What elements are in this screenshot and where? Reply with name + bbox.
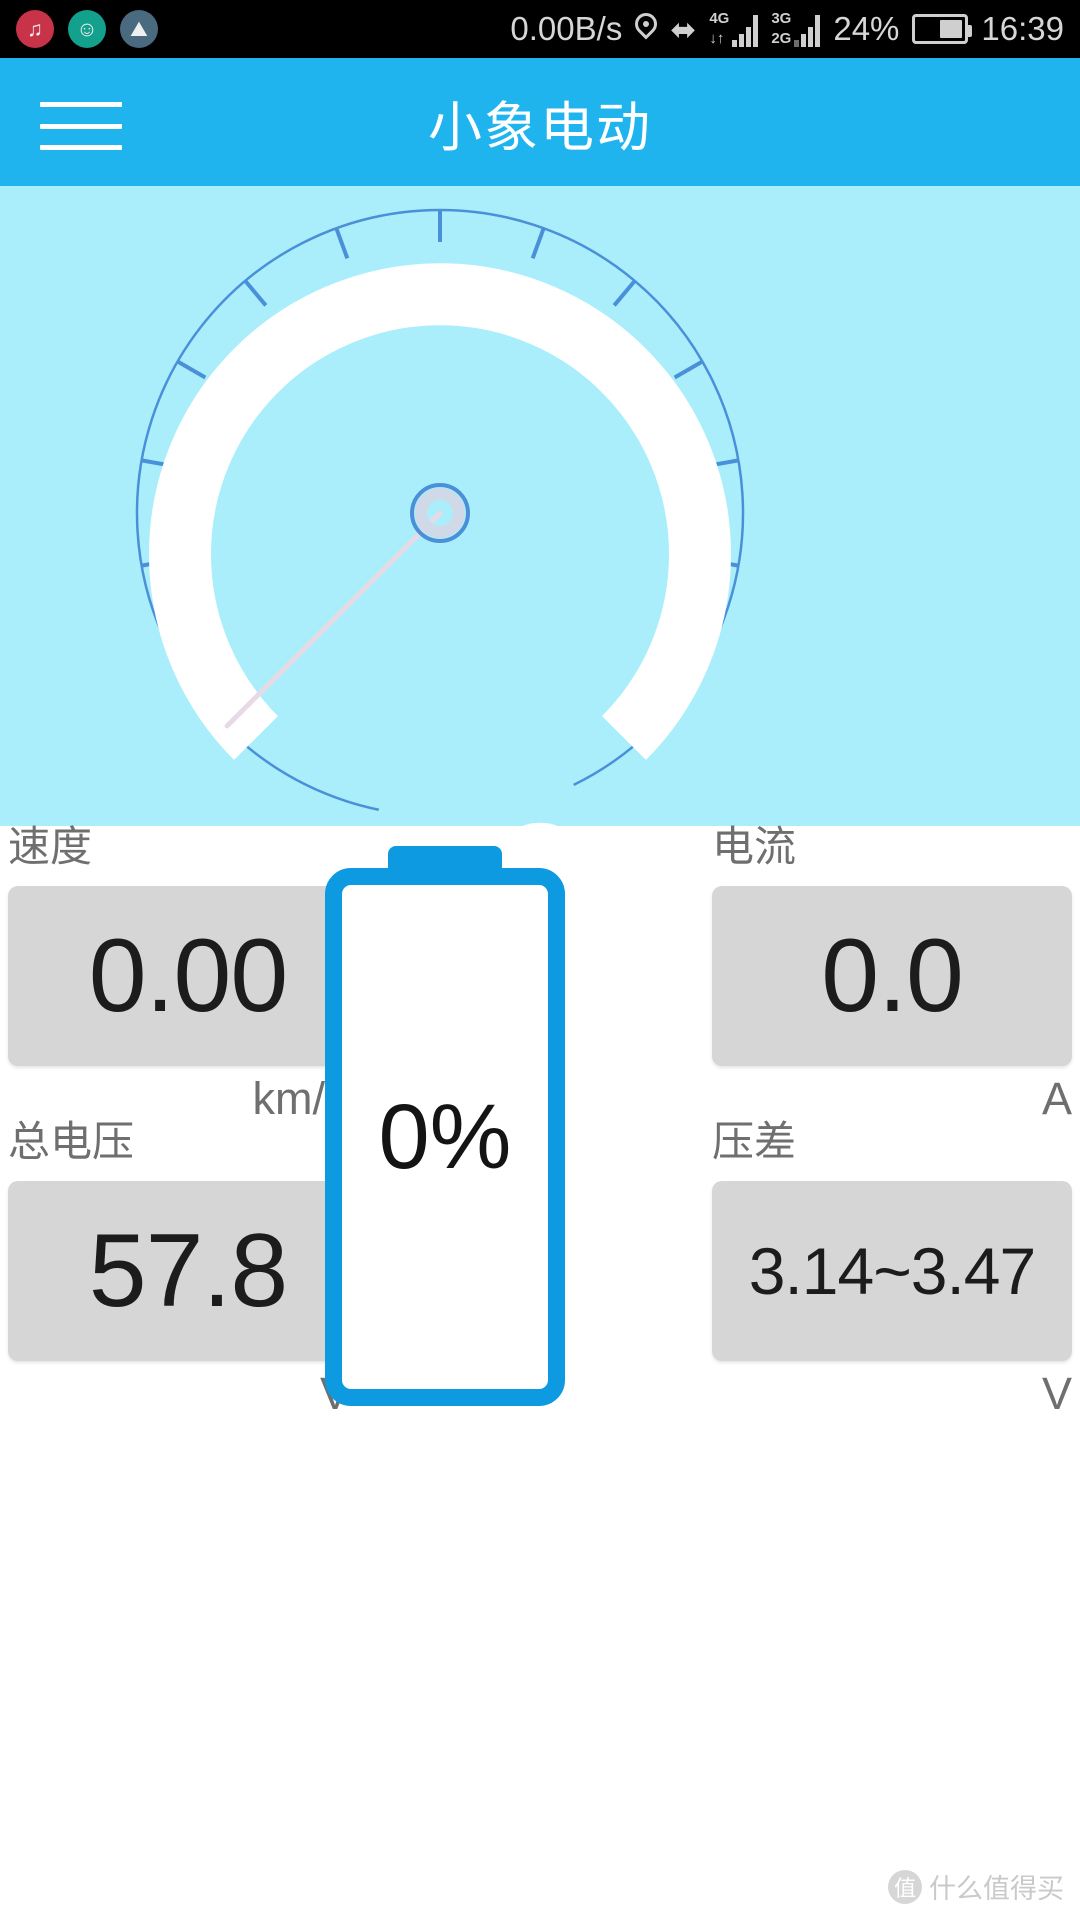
- readout-voltage-diff: 压差 3.14~3.47 V: [712, 1121, 1072, 1416]
- readout-speed-label: 速度: [8, 823, 93, 870]
- network-speed-label: 0.00B/s: [510, 10, 623, 47]
- sim2-label-top: 3G: [771, 10, 792, 27]
- status-indicators: 0.00B/s ⬌ 4G ↓↑ 3G 2G 24% 16:39: [510, 10, 1080, 48]
- readout-total-voltage-unit: V: [8, 1371, 368, 1416]
- sim1-label-top: 4G: [709, 10, 730, 27]
- readout-current-box[interactable]: 0.0: [712, 886, 1072, 1066]
- clock-label: 16:39: [981, 10, 1064, 47]
- readout-total-voltage-box[interactable]: 57.8: [8, 1181, 368, 1361]
- battery-icon: [912, 14, 973, 44]
- battery-level-widget[interactable]: 0%: [325, 846, 565, 1406]
- readout-speed-box[interactable]: 0.00: [8, 886, 368, 1066]
- notification-icons: ♫ ☺ ⛰: [0, 10, 158, 48]
- readout-current-unit: A: [1041, 1073, 1072, 1124]
- sim1-labels: 4G ↓↑: [709, 11, 729, 47]
- sim1-signal: 4G ↓↑: [709, 11, 759, 47]
- battery-percent-label: 24%: [833, 10, 900, 47]
- watermark: 值 什么值得买: [888, 1867, 1064, 1906]
- sim2-label-bottom: 2G: [771, 30, 792, 48]
- photo-image-icon: ⛰: [120, 10, 158, 48]
- readout-speed: 速度 0.00 km/h: [8, 826, 368, 1121]
- chat-smiley-icon: ☺: [68, 10, 106, 48]
- battery-level-label: 0%: [378, 1086, 512, 1188]
- sim2-signal: 3G 2G: [771, 11, 821, 47]
- status-bar: ♫ ☺ ⛰ 0.00B/s ⬌ 4G ↓↑ 3G 2G 24% 16:39: [0, 0, 1080, 58]
- watermark-text: 什么值得买: [929, 1874, 1064, 1904]
- readout-voltage-diff-box[interactable]: 3.14~3.47: [712, 1181, 1072, 1361]
- watermark-badge-icon: 值: [888, 1869, 922, 1904]
- bluetooth-icon: ⬌: [670, 11, 697, 47]
- readout-speed-value: 0.00: [88, 918, 288, 1034]
- readout-speed-unit: km/h: [252, 1073, 350, 1124]
- readout-total-voltage: 总电压 57.8 V: [8, 1121, 368, 1416]
- readout-current-label: 电流: [712, 823, 797, 870]
- readout-total-voltage-value: 57.8: [88, 1213, 288, 1329]
- readout-voltage-diff-value: 3.14~3.47: [748, 1234, 1036, 1308]
- readout-total-voltage-label: 总电压: [8, 1118, 135, 1165]
- sim1-label-bottom: ↓↑: [709, 30, 725, 48]
- sim2-labels: 3G 2G: [771, 11, 791, 47]
- readout-current: 电流 0.0 A: [712, 826, 1072, 1121]
- page-title: 小象电动: [428, 97, 652, 158]
- phone-screen: ♫ ☺ ⛰ 0.00B/s ⬌ 4G ↓↑ 3G 2G 24% 16:39 小象…: [0, 0, 1080, 1920]
- readout-voltage-diff-label: 压差: [712, 1118, 797, 1165]
- gauge-graphic: [135, 208, 745, 818]
- sim2-signal-bars: [794, 15, 821, 47]
- gauge-needle: [224, 510, 443, 729]
- music-note-icon: ♫: [16, 10, 54, 48]
- gauge-value-readout: 0: [0, 798, 1080, 826]
- sim1-signal-bars: [732, 15, 759, 47]
- location-pin-icon: [635, 13, 657, 45]
- readout-current-value: 0.0: [821, 918, 964, 1034]
- speed-gauge-panel: 0: [0, 186, 1080, 826]
- readout-voltage-diff-unit: V: [1041, 1368, 1072, 1419]
- app-bar: 小象电动: [0, 58, 1080, 186]
